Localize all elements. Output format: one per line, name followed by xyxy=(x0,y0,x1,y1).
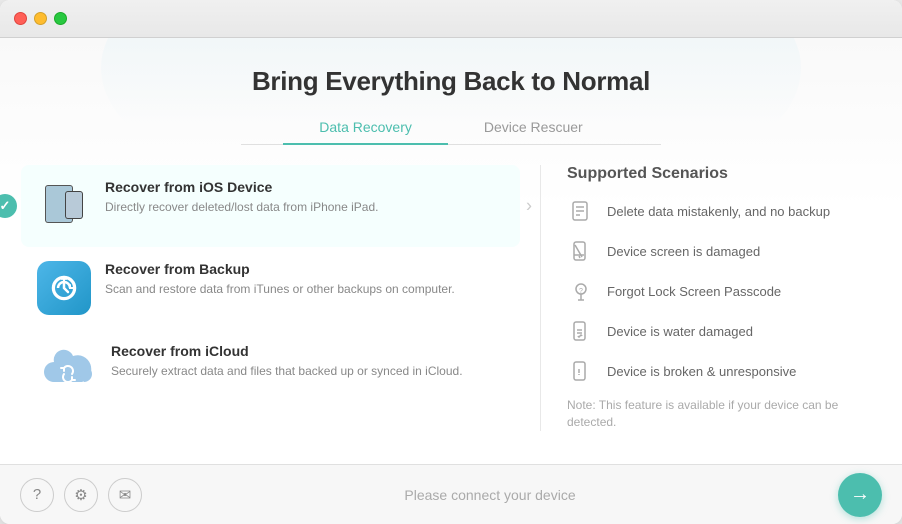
backup-text: Recover from Backup Scan and restore dat… xyxy=(105,261,455,298)
broken-scenario-icon xyxy=(567,357,595,385)
scenario-water: Device is water damaged xyxy=(567,317,881,345)
close-button[interactable] xyxy=(14,12,27,25)
scenarios-title: Supported Scenarios xyxy=(567,165,881,183)
main-content: Bring Everything Back to Normal Data Rec… xyxy=(0,38,902,464)
ios-device-title: Recover from iOS Device xyxy=(105,179,378,195)
help-icon: ? xyxy=(33,486,41,503)
next-arrow-icon: → xyxy=(850,483,870,506)
scenario-passcode: ? Forgot Lock Screen Passcode xyxy=(567,277,881,305)
hero-title: Bring Everything Back to Normal xyxy=(252,66,650,97)
ios-device-svg xyxy=(37,179,91,233)
scenarios-note: Note: This feature is available if your … xyxy=(567,397,881,431)
scenario-delete: Delete data mistakenly, and no backup xyxy=(567,197,881,225)
delete-scenario-icon xyxy=(567,197,595,225)
right-column: Supported Scenarios Delete data mistaken… xyxy=(541,165,881,431)
settings-button[interactable]: ⚙ xyxy=(64,478,98,512)
scenario-passcode-label: Forgot Lock Screen Passcode xyxy=(607,284,781,299)
maximize-button[interactable] xyxy=(54,12,67,25)
next-button[interactable]: → xyxy=(838,473,882,517)
tab-data-recovery[interactable]: Data Recovery xyxy=(283,111,448,145)
broken-icon-svg xyxy=(570,360,592,382)
backup-icon xyxy=(37,261,91,315)
scenario-screen-label: Device screen is damaged xyxy=(607,244,760,259)
delete-icon-svg xyxy=(570,200,592,222)
passcode-icon-svg: ? xyxy=(570,280,592,302)
backup-description: Scan and restore data from iTunes or oth… xyxy=(105,281,455,298)
left-column: Recover from iOS Device Directly recover… xyxy=(21,165,541,431)
bottom-bar: ? ⚙ ✉ Please connect your device → xyxy=(0,464,902,524)
option-icloud[interactable]: Recover from iCloud Securely extract dat… xyxy=(21,329,520,411)
scenario-broken: Device is broken & unresponsive xyxy=(567,357,881,385)
gear-icon: ⚙ xyxy=(74,486,87,504)
icloud-title: Recover from iCloud xyxy=(111,343,463,359)
minimize-button[interactable] xyxy=(34,12,47,25)
icloud-text: Recover from iCloud Securely extract dat… xyxy=(111,343,463,380)
scenario-screen: Device screen is damaged xyxy=(567,237,881,265)
content-area: Bring Everything Back to Normal Data Rec… xyxy=(0,38,902,431)
connect-device-label: Please connect your device xyxy=(404,487,575,503)
chevron-right-icon: › xyxy=(526,196,532,217)
backup-icon-bg xyxy=(37,261,91,315)
bottom-left-actions: ? ⚙ ✉ xyxy=(20,478,142,512)
water-icon-svg xyxy=(570,320,592,342)
icloud-svg xyxy=(38,348,96,392)
screen-icon-svg xyxy=(570,240,592,262)
scenario-broken-label: Device is broken & unresponsive xyxy=(607,364,796,379)
water-scenario-icon xyxy=(567,317,595,345)
traffic-lights xyxy=(14,12,67,25)
email-icon: ✉ xyxy=(119,486,132,504)
scenario-water-label: Device is water damaged xyxy=(607,324,753,339)
ios-device-description: Directly recover deleted/lost data from … xyxy=(105,199,378,216)
backup-svg xyxy=(48,272,80,304)
screen-scenario-icon xyxy=(567,237,595,265)
svg-text:?: ? xyxy=(579,288,583,295)
email-button[interactable]: ✉ xyxy=(108,478,142,512)
scenario-delete-label: Delete data mistakenly, and no backup xyxy=(607,204,830,219)
two-column-layout: Recover from iOS Device Directly recover… xyxy=(21,165,881,431)
tab-bar: Data Recovery Device Rescuer xyxy=(241,111,661,145)
passcode-scenario-icon: ? xyxy=(567,277,595,305)
help-button[interactable]: ? xyxy=(20,478,54,512)
ios-device-icon xyxy=(37,179,91,233)
status-text: Please connect your device xyxy=(404,487,575,503)
option-ios-device[interactable]: Recover from iOS Device Directly recover… xyxy=(21,165,520,247)
option-backup[interactable]: Recover from Backup Scan and restore dat… xyxy=(21,247,520,329)
tab-device-rescuer[interactable]: Device Rescuer xyxy=(448,111,619,145)
titlebar xyxy=(0,0,902,38)
icloud-description: Securely extract data and files that bac… xyxy=(111,363,463,380)
selected-check-icon xyxy=(0,194,17,218)
app-window: Bring Everything Back to Normal Data Rec… xyxy=(0,0,902,524)
ios-device-text: Recover from iOS Device Directly recover… xyxy=(105,179,378,216)
backup-title: Recover from Backup xyxy=(105,261,455,277)
icloud-icon xyxy=(37,343,97,397)
